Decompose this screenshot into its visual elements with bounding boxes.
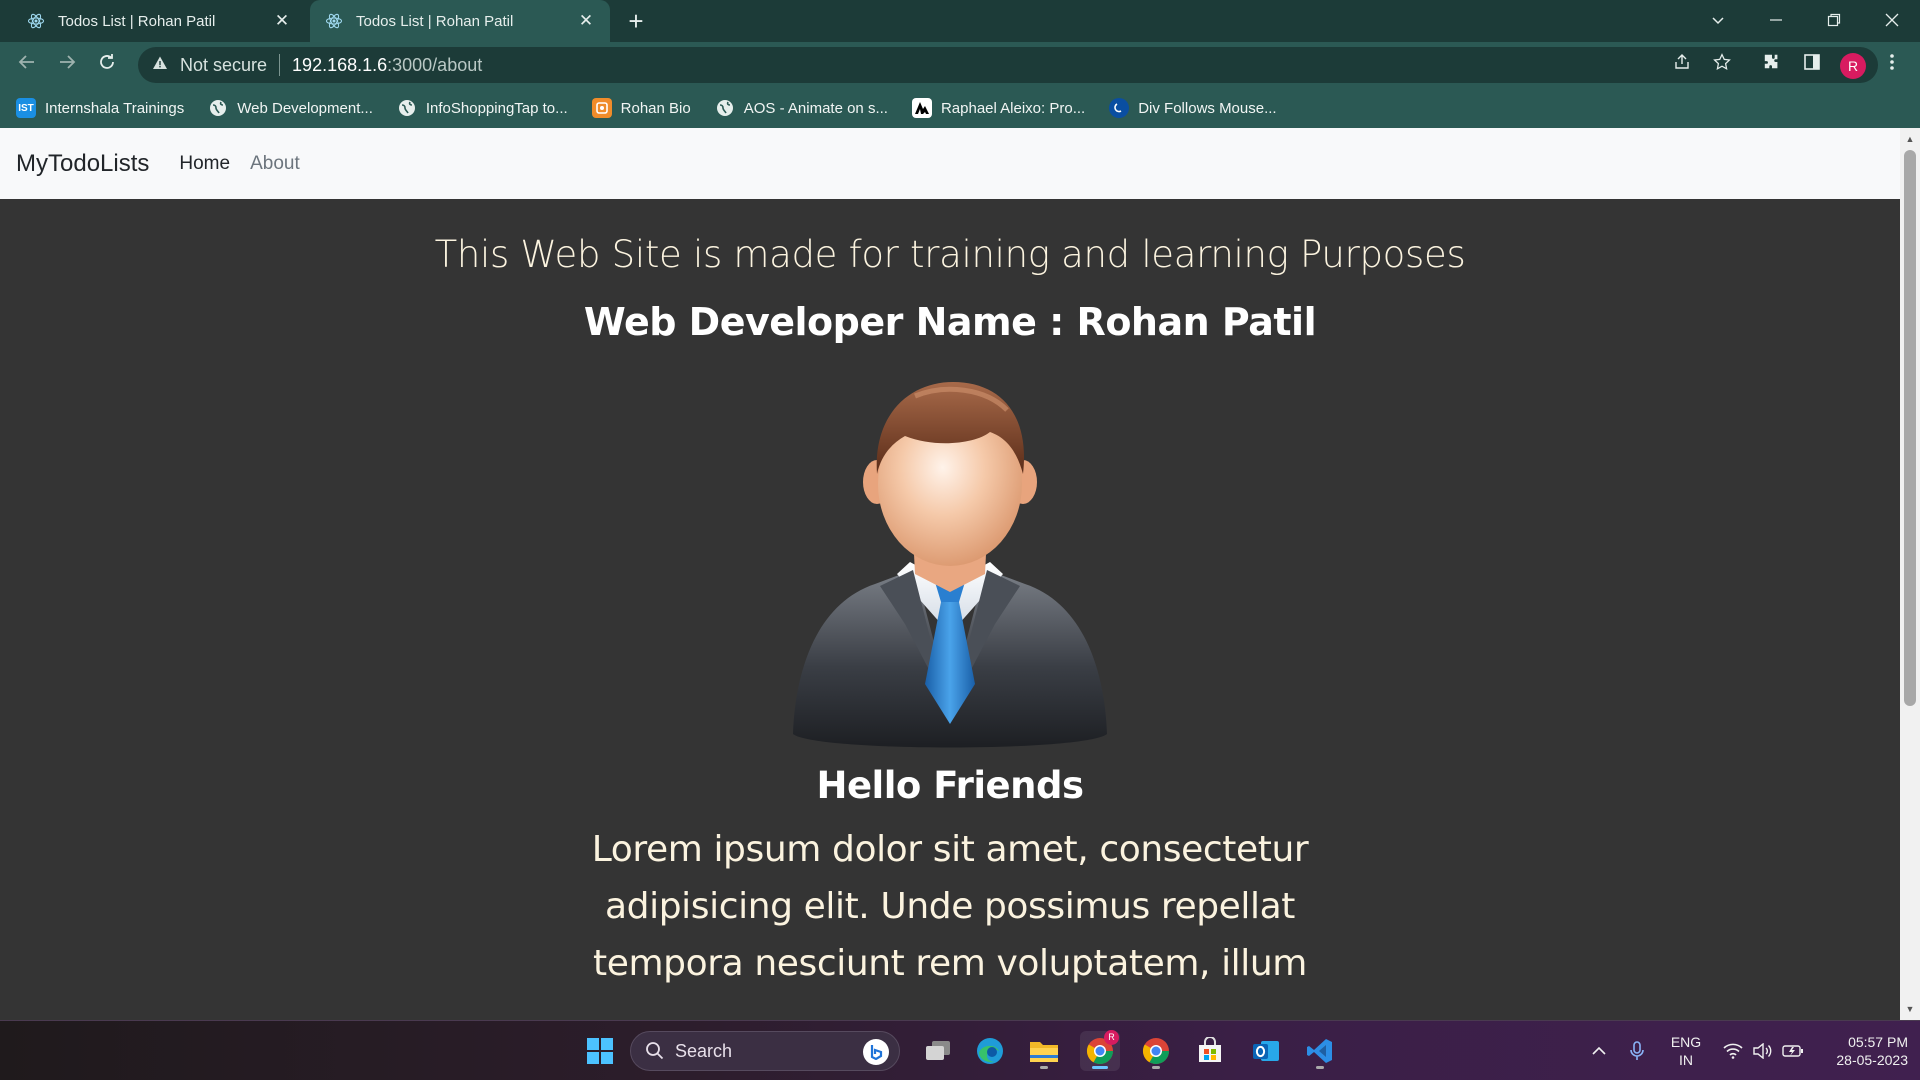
developer-avatar-image bbox=[785, 374, 1115, 754]
vscode-icon[interactable] bbox=[1300, 1031, 1340, 1071]
internshala-icon: IST bbox=[16, 98, 36, 118]
bookmark-label: Rohan Bio bbox=[620, 99, 691, 117]
bio-icon bbox=[591, 98, 612, 118]
search-icon bbox=[645, 1041, 665, 1061]
close-window-button[interactable] bbox=[1864, 0, 1920, 40]
clock-time: 05:57 PM bbox=[1848, 1034, 1908, 1050]
microsoft-store-icon[interactable] bbox=[1190, 1031, 1230, 1071]
bookmark-div-follows-mouse[interactable]: Div Follows Mouse... bbox=[1109, 98, 1277, 118]
show-hidden-icons-chevron-icon[interactable] bbox=[1584, 1021, 1614, 1080]
bookmark-aos[interactable]: AOS - Animate on s... bbox=[715, 98, 888, 118]
language-code: ENG bbox=[1670, 1034, 1702, 1050]
address-bar[interactable]: Not secure 192.168.1.6:3000/about bbox=[138, 47, 1878, 83]
language-indicator[interactable]: ENG IN bbox=[1664, 1033, 1708, 1069]
chrome-profile-r-icon[interactable]: R bbox=[1080, 1030, 1120, 1071]
running-indicator bbox=[1040, 1066, 1048, 1069]
warning-icon[interactable] bbox=[150, 55, 170, 75]
scroll-down-arrow-icon[interactable]: ▼ bbox=[1900, 1000, 1920, 1018]
side-panel-icon[interactable] bbox=[1798, 51, 1826, 79]
bookmark-label: AOS - Animate on s... bbox=[743, 99, 888, 117]
new-tab-button[interactable]: + bbox=[622, 8, 650, 36]
scroll-up-arrow-icon[interactable]: ▲ bbox=[1900, 130, 1920, 148]
share-icon[interactable] bbox=[1668, 51, 1696, 79]
tab-search-icon[interactable] bbox=[1690, 0, 1746, 40]
task-view-icon[interactable] bbox=[918, 1031, 958, 1071]
web-page: MyTodoLists Home About This Web Site is … bbox=[0, 128, 1900, 1020]
taskbar-search-box[interactable]: Search bbox=[630, 1031, 900, 1071]
taskbar-clock[interactable]: 05:57 PM 28-05-2023 bbox=[1808, 1033, 1908, 1069]
bookmark-rohan-bio[interactable]: Rohan Bio bbox=[591, 98, 691, 118]
extensions-icon[interactable] bbox=[1758, 51, 1786, 79]
about-section: This Web Site is made for training and l… bbox=[0, 199, 1900, 992]
outlook-icon[interactable] bbox=[1246, 1031, 1286, 1071]
forward-arrow-icon[interactable] bbox=[52, 50, 82, 80]
globe-icon bbox=[397, 98, 417, 118]
codepen-icon bbox=[1109, 98, 1130, 118]
browser-toolbar: Not secure 192.168.1.6:3000/about R bbox=[0, 42, 1920, 88]
running-indicator bbox=[1152, 1066, 1160, 1069]
developer-name: Web Developer Name : Rohan Patil bbox=[583, 300, 1317, 344]
bookmark-web-development[interactable]: Web Development... bbox=[208, 98, 373, 118]
bookmark-label: Raphael Aleixo: Pro... bbox=[940, 99, 1086, 117]
region-code: IN bbox=[1679, 1052, 1693, 1068]
tab-strip: Todos List | Rohan Patil ✕ Todos List | … bbox=[0, 0, 1920, 42]
bing-icon[interactable] bbox=[863, 1039, 889, 1065]
battery-icon[interactable] bbox=[1778, 1021, 1808, 1080]
bookmark-label: InfoShoppingTap to... bbox=[425, 99, 568, 117]
react-icon bbox=[324, 11, 344, 31]
tab-title: Todos List | Rohan Patil bbox=[58, 12, 216, 30]
back-arrow-icon[interactable] bbox=[12, 50, 42, 80]
url-path[interactable]: :3000/about bbox=[387, 55, 482, 76]
site-navbar: MyTodoLists Home About bbox=[0, 128, 1900, 199]
profile-avatar[interactable]: R bbox=[1840, 53, 1866, 79]
profile-badge: R bbox=[1104, 1030, 1119, 1045]
bookmark-star-icon[interactable] bbox=[1708, 51, 1736, 79]
scrollbar-thumb[interactable] bbox=[1904, 150, 1916, 706]
ra-icon bbox=[911, 98, 932, 118]
security-label[interactable]: Not secure bbox=[180, 55, 267, 76]
page-scrollbar[interactable]: ▲ ▼ bbox=[1900, 128, 1920, 1020]
bookmark-label: Web Development... bbox=[237, 99, 373, 117]
windows-start-icon[interactable] bbox=[580, 1031, 620, 1071]
minimize-button[interactable] bbox=[1748, 0, 1804, 40]
omnibox-divider bbox=[279, 54, 281, 76]
windows-taskbar: Search R ENG IN 05:57 PM 28-05-2023 bbox=[0, 1020, 1920, 1080]
volume-icon[interactable] bbox=[1748, 1021, 1778, 1080]
close-tab-icon[interactable]: ✕ bbox=[576, 11, 596, 31]
site-tagline: This Web Site is made for training and l… bbox=[434, 233, 1466, 276]
reload-icon[interactable] bbox=[92, 50, 122, 80]
microphone-icon[interactable] bbox=[1622, 1021, 1652, 1080]
clock-date: 28-05-2023 bbox=[1836, 1052, 1908, 1068]
restore-button[interactable] bbox=[1806, 0, 1862, 40]
bookmark-label: Internshala Trainings bbox=[45, 99, 185, 117]
about-body-text: Lorem ipsum dolor sit amet, consectetur … bbox=[591, 829, 1309, 984]
bookmark-infoshoppingtap[interactable]: InfoShoppingTap to... bbox=[397, 98, 568, 118]
nav-link-home[interactable]: Home bbox=[179, 153, 230, 175]
file-explorer-icon[interactable] bbox=[1024, 1031, 1064, 1071]
tab-title: Todos List | Rohan Patil bbox=[356, 12, 514, 30]
bookmark-internshala[interactable]: IST Internshala Trainings bbox=[16, 98, 184, 118]
close-tab-icon[interactable]: ✕ bbox=[272, 11, 292, 31]
browser-tab-1[interactable]: Todos List | Rohan Patil ✕ bbox=[12, 0, 306, 42]
bookmarks-bar: IST Internshala Trainings Web Developmen… bbox=[0, 88, 1920, 128]
greeting-heading: Hello Friends bbox=[816, 764, 1084, 807]
edge-icon[interactable] bbox=[970, 1031, 1010, 1071]
bookmark-raphael-aleixo[interactable]: Raphael Aleixo: Pro... bbox=[911, 98, 1086, 118]
wifi-icon[interactable] bbox=[1718, 1021, 1748, 1080]
bookmark-label: Div Follows Mouse... bbox=[1138, 99, 1277, 117]
more-menu-icon[interactable] bbox=[1878, 51, 1906, 79]
running-indicator bbox=[1316, 1066, 1324, 1069]
nav-link-about[interactable]: About bbox=[250, 153, 300, 175]
navbar-brand[interactable]: MyTodoLists bbox=[16, 150, 149, 178]
react-icon bbox=[26, 11, 46, 31]
browser-tab-2[interactable]: Todos List | Rohan Patil ✕ bbox=[310, 0, 610, 42]
chrome-icon[interactable] bbox=[1136, 1031, 1176, 1071]
globe-icon bbox=[715, 98, 735, 118]
globe-icon bbox=[208, 98, 228, 118]
search-placeholder: Search bbox=[675, 1040, 733, 1061]
url-host[interactable]: 192.168.1.6 bbox=[292, 55, 387, 76]
active-indicator bbox=[1092, 1066, 1108, 1069]
